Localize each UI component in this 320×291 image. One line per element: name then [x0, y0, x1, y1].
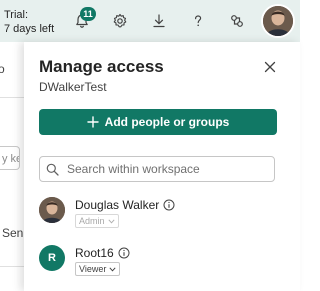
info-icon[interactable]	[118, 247, 130, 259]
chevron-down-icon	[109, 266, 116, 272]
trial-label: Trial:	[4, 9, 29, 21]
avatar: R	[39, 245, 65, 271]
close-button[interactable]	[261, 58, 279, 76]
account-avatar[interactable]	[263, 6, 293, 36]
download-button[interactable]	[149, 11, 169, 31]
share-icon	[231, 15, 243, 27]
member-name-container: Douglas Walker	[75, 198, 175, 212]
role-dropdown: Admin	[75, 214, 119, 228]
add-people-button[interactable]: Add people or groups	[39, 109, 277, 135]
member-name: Douglas Walker	[75, 198, 160, 212]
workspace-search[interactable]	[39, 156, 275, 182]
top-bar: Trial: 7 days left 11	[0, 0, 300, 42]
share-feedback-button[interactable]	[227, 11, 247, 31]
background-search-field: y ke	[0, 146, 20, 170]
notification-count-badge: 11	[80, 7, 96, 21]
member-row: Douglas Walker Admin	[39, 197, 279, 237]
panel-title: Manage access	[39, 57, 164, 76]
background-page: o y ke Sen	[0, 42, 24, 291]
chevron-down-icon	[107, 218, 115, 224]
manage-access-panel: Manage access DWalkerTest Add people or …	[24, 42, 300, 291]
divider	[0, 266, 24, 267]
close-icon	[264, 61, 276, 73]
trial-status[interactable]: Trial: 7 days left	[4, 8, 54, 36]
role-dropdown[interactable]: Viewer	[75, 262, 121, 276]
user-photo	[263, 6, 293, 36]
download-icon	[153, 14, 165, 28]
member-name-container: Root16	[75, 246, 130, 260]
search-icon	[46, 163, 59, 176]
role-label: Viewer	[79, 264, 107, 274]
settings-button[interactable]	[110, 11, 130, 31]
avatar	[39, 197, 65, 223]
help-button[interactable]	[188, 11, 208, 31]
member-row: R Root16 Viewer	[39, 245, 279, 285]
workspace-name: DWalkerTest	[39, 80, 107, 94]
info-icon[interactable]	[163, 199, 175, 211]
member-name: Root16	[75, 246, 114, 260]
background-text-fragment: o	[0, 62, 5, 76]
add-people-label: Add people or groups	[104, 115, 230, 129]
user-photo	[39, 197, 65, 223]
role-label: Admin	[79, 216, 105, 226]
divider	[0, 97, 24, 98]
trial-days-left: 7 days left	[4, 23, 55, 35]
search-input[interactable]	[65, 161, 269, 177]
plus-icon	[86, 116, 99, 128]
help-icon	[195, 15, 202, 27]
background-text-fragment: Sen	[2, 226, 24, 240]
gear-icon	[113, 13, 127, 28]
